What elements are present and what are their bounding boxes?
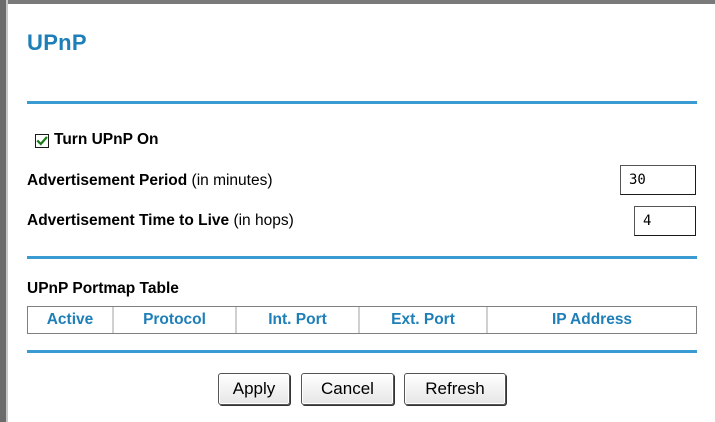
advertisement-period-label: Advertisement Period (in minutes): [27, 172, 273, 190]
portmap-table-title: UPnP Portmap Table: [27, 280, 179, 297]
portmap-table-header: Active Protocol Int. Port Ext. Port IP A…: [27, 306, 697, 334]
advertisement-ttl-label-bold: Advertisement Time to Live: [27, 212, 230, 229]
divider-middle: [27, 256, 697, 259]
divider-bottom: [27, 350, 697, 353]
portmap-column-protocol: Protocol: [114, 307, 237, 333]
advertisement-ttl-label-suffix: (in hops): [233, 212, 294, 229]
divider-top: [27, 101, 697, 104]
window-frame-left-highlight: [6, 0, 8, 422]
page-title: UPnP: [27, 30, 87, 55]
portmap-column-int-port: Int. Port: [237, 307, 360, 333]
portmap-column-active: Active: [28, 307, 114, 333]
advertisement-period-label-bold: Advertisement Period: [27, 172, 188, 189]
apply-button[interactable]: Apply: [218, 373, 290, 405]
advertisement-period-input[interactable]: 30: [620, 165, 696, 195]
portmap-column-ip-address: IP Address: [551, 311, 633, 328]
turn-upnp-on-label: Turn UPnP On: [54, 131, 159, 148]
portmap-column-ext-port: Ext. Port: [360, 307, 488, 333]
cancel-button[interactable]: Cancel: [301, 373, 394, 405]
advertisement-period-label-suffix: (in minutes): [191, 172, 273, 189]
advertisement-ttl-label: Advertisement Time to Live (in hops): [27, 212, 294, 230]
turn-upnp-on-checkbox[interactable]: [35, 134, 49, 148]
advertisement-ttl-input[interactable]: 4: [634, 206, 696, 236]
check-icon: [36, 136, 48, 146]
refresh-button[interactable]: Refresh: [404, 373, 506, 405]
window-frame-top: [0, 0, 715, 4]
